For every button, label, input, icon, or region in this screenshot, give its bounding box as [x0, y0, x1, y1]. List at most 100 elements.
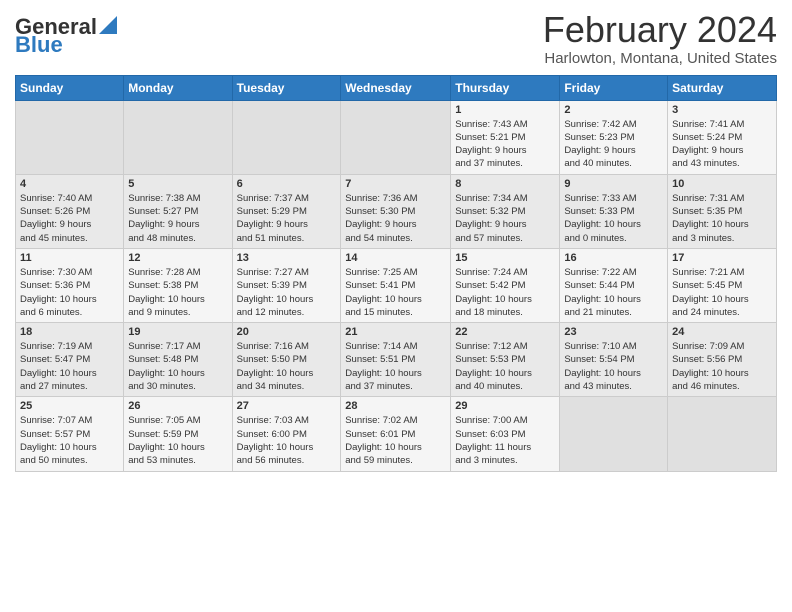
calendar-cell: [16, 100, 124, 174]
day-number: 1: [455, 104, 555, 116]
day-number: 19: [128, 326, 227, 338]
day-number: 5: [128, 178, 227, 190]
day-number: 27: [237, 400, 337, 412]
calendar-cell: [232, 100, 341, 174]
day-info: Sunrise: 7:41 AM Sunset: 5:24 PM Dayligh…: [672, 118, 772, 171]
calendar-cell: 9Sunrise: 7:33 AM Sunset: 5:33 PM Daylig…: [560, 174, 668, 248]
day-number: 11: [20, 252, 119, 264]
day-number: 6: [237, 178, 337, 190]
calendar-week-row: 11 Sunrise: 7:30 AM Sunset: 5:36 PM Dayli…: [16, 248, 777, 322]
day-number: 18: [20, 326, 119, 338]
day-number: 29: [455, 400, 555, 412]
calendar-cell: [124, 100, 232, 174]
calendar-cell: 15 Sunrise: 7:24 AM Sunset: 5:42 PM Dayli…: [451, 248, 560, 322]
day-info: Sunrise: 7:14 AM Sunset: 5:51 PM Dayligh…: [345, 340, 446, 393]
calendar-cell: 5 Sunrise: 7:38 AM Sunset: 5:27 PM Daylig…: [124, 174, 232, 248]
calendar-cell: 26 Sunrise: 7:05 AM Sunset: 5:59 PM Dayli…: [124, 397, 232, 471]
day-info: Sunrise: 7:24 AM Sunset: 5:42 PM Dayligh…: [455, 266, 555, 319]
day-info: Sunrise: 7:25 AM Sunset: 5:41 PM Dayligh…: [345, 266, 446, 319]
day-info: Sunrise: 7:21 AM Sunset: 5:45 PM Dayligh…: [672, 266, 772, 319]
day-number: 21: [345, 326, 446, 338]
day-info: Sunrise: 7:10 AM Sunset: 5:54 PM Dayligh…: [564, 340, 663, 393]
calendar-cell: 11 Sunrise: 7:30 AM Sunset: 5:36 PM Dayli…: [16, 248, 124, 322]
calendar-cell: 16Sunrise: 7:22 AM Sunset: 5:44 PM Dayli…: [560, 248, 668, 322]
day-info: Sunrise: 7:36 AM Sunset: 5:30 PM Dayligh…: [345, 192, 446, 245]
calendar-cell: 28 Sunrise: 7:02 AM Sunset: 6:01 PM Dayli…: [341, 397, 451, 471]
calendar-subtitle: Harlowton, Montana, United States: [543, 50, 777, 67]
day-info: Sunrise: 7:02 AM Sunset: 6:01 PM Dayligh…: [345, 414, 446, 467]
day-number: 20: [237, 326, 337, 338]
calendar-cell: 4 Sunrise: 7:40 AM Sunset: 5:26 PM Daylig…: [16, 174, 124, 248]
day-info: Sunrise: 7:28 AM Sunset: 5:38 PM Dayligh…: [128, 266, 227, 319]
day-number: 14: [345, 252, 446, 264]
calendar-cell: 19 Sunrise: 7:17 AM Sunset: 5:48 PM Dayli…: [124, 323, 232, 397]
calendar-week-row: 4 Sunrise: 7:40 AM Sunset: 5:26 PM Daylig…: [16, 174, 777, 248]
day-number: 13: [237, 252, 337, 264]
header-wednesday: Wednesday: [341, 75, 451, 100]
calendar-cell: 1 Sunrise: 7:43 AM Sunset: 5:21 PM Daylig…: [451, 100, 560, 174]
calendar-cell: 17Sunrise: 7:21 AM Sunset: 5:45 PM Dayli…: [668, 248, 777, 322]
day-info: Sunrise: 7:22 AM Sunset: 5:44 PM Dayligh…: [564, 266, 663, 319]
day-number: 10: [672, 178, 772, 190]
calendar-cell: 20 Sunrise: 7:16 AM Sunset: 5:50 PM Dayli…: [232, 323, 341, 397]
calendar-cell: 12 Sunrise: 7:28 AM Sunset: 5:38 PM Dayli…: [124, 248, 232, 322]
day-info: Sunrise: 7:30 AM Sunset: 5:36 PM Dayligh…: [20, 266, 119, 319]
day-info: Sunrise: 7:16 AM Sunset: 5:50 PM Dayligh…: [237, 340, 337, 393]
day-info: Sunrise: 7:43 AM Sunset: 5:21 PM Dayligh…: [455, 118, 555, 171]
day-info: Sunrise: 7:17 AM Sunset: 5:48 PM Dayligh…: [128, 340, 227, 393]
calendar-cell: 23 Sunrise: 7:10 AM Sunset: 5:54 PM Dayli…: [560, 323, 668, 397]
day-number: 24: [672, 326, 772, 338]
day-info: Sunrise: 7:37 AM Sunset: 5:29 PM Dayligh…: [237, 192, 337, 245]
day-number: 4: [20, 178, 119, 190]
day-info: Sunrise: 7:19 AM Sunset: 5:47 PM Dayligh…: [20, 340, 119, 393]
logo-triangle-icon: [99, 16, 117, 34]
day-info: Sunrise: 7:03 AM Sunset: 6:00 PM Dayligh…: [237, 414, 337, 467]
calendar-table: SundayMondayTuesdayWednesdayThursdayFrid…: [15, 75, 777, 472]
logo-blue-text: Blue: [15, 34, 63, 56]
calendar-cell: [341, 100, 451, 174]
day-number: 12: [128, 252, 227, 264]
header-thursday: Thursday: [451, 75, 560, 100]
calendar-week-row: 18 Sunrise: 7:19 AM Sunset: 5:47 PM Dayli…: [16, 323, 777, 397]
day-info: Sunrise: 7:31 AM Sunset: 5:35 PM Dayligh…: [672, 192, 772, 245]
day-info: Sunrise: 7:40 AM Sunset: 5:26 PM Dayligh…: [20, 192, 119, 245]
day-info: Sunrise: 7:00 AM Sunset: 6:03 PM Dayligh…: [455, 414, 555, 467]
calendar-cell: 8 Sunrise: 7:34 AM Sunset: 5:32 PM Daylig…: [451, 174, 560, 248]
calendar-cell: 21 Sunrise: 7:14 AM Sunset: 5:51 PM Dayli…: [341, 323, 451, 397]
logo: General Blue: [15, 16, 117, 56]
day-number: 7: [345, 178, 446, 190]
page-header: General Blue February 2024 Harlowton, Mo…: [15, 10, 777, 67]
day-info: Sunrise: 7:34 AM Sunset: 5:32 PM Dayligh…: [455, 192, 555, 245]
calendar-cell: [560, 397, 668, 471]
day-info: Sunrise: 7:07 AM Sunset: 5:57 PM Dayligh…: [20, 414, 119, 467]
day-info: Sunrise: 7:38 AM Sunset: 5:27 PM Dayligh…: [128, 192, 227, 245]
day-number: 2: [564, 104, 663, 116]
day-info: Sunrise: 7:33 AM Sunset: 5:33 PM Dayligh…: [564, 192, 663, 245]
day-number: 26: [128, 400, 227, 412]
header-tuesday: Tuesday: [232, 75, 341, 100]
calendar-cell: 13 Sunrise: 7:27 AM Sunset: 5:39 PM Dayli…: [232, 248, 341, 322]
day-info: Sunrise: 7:42 AM Sunset: 5:23 PM Dayligh…: [564, 118, 663, 171]
calendar-cell: 7 Sunrise: 7:36 AM Sunset: 5:30 PM Daylig…: [341, 174, 451, 248]
day-number: 28: [345, 400, 446, 412]
day-number: 15: [455, 252, 555, 264]
calendar-cell: 14 Sunrise: 7:25 AM Sunset: 5:41 PM Dayli…: [341, 248, 451, 322]
day-info: Sunrise: 7:05 AM Sunset: 5:59 PM Dayligh…: [128, 414, 227, 467]
day-info: Sunrise: 7:09 AM Sunset: 5:56 PM Dayligh…: [672, 340, 772, 393]
header-monday: Monday: [124, 75, 232, 100]
calendar-cell: 6 Sunrise: 7:37 AM Sunset: 5:29 PM Daylig…: [232, 174, 341, 248]
day-number: 23: [564, 326, 663, 338]
calendar-cell: 29 Sunrise: 7:00 AM Sunset: 6:03 PM Dayli…: [451, 397, 560, 471]
title-block: February 2024 Harlowton, Montana, United…: [543, 10, 777, 67]
calendar-week-row: 1 Sunrise: 7:43 AM Sunset: 5:21 PM Daylig…: [16, 100, 777, 174]
calendar-cell: 18 Sunrise: 7:19 AM Sunset: 5:47 PM Dayli…: [16, 323, 124, 397]
calendar-cell: [668, 397, 777, 471]
calendar-week-row: 25Sunrise: 7:07 AM Sunset: 5:57 PM Dayli…: [16, 397, 777, 471]
calendar-cell: 10 Sunrise: 7:31 AM Sunset: 5:35 PM Dayli…: [668, 174, 777, 248]
calendar-cell: 24 Sunrise: 7:09 AM Sunset: 5:56 PM Dayli…: [668, 323, 777, 397]
calendar-cell: 25Sunrise: 7:07 AM Sunset: 5:57 PM Dayli…: [16, 397, 124, 471]
day-info: Sunrise: 7:27 AM Sunset: 5:39 PM Dayligh…: [237, 266, 337, 319]
header-saturday: Saturday: [668, 75, 777, 100]
day-number: 8: [455, 178, 555, 190]
calendar-title: February 2024: [543, 10, 777, 50]
